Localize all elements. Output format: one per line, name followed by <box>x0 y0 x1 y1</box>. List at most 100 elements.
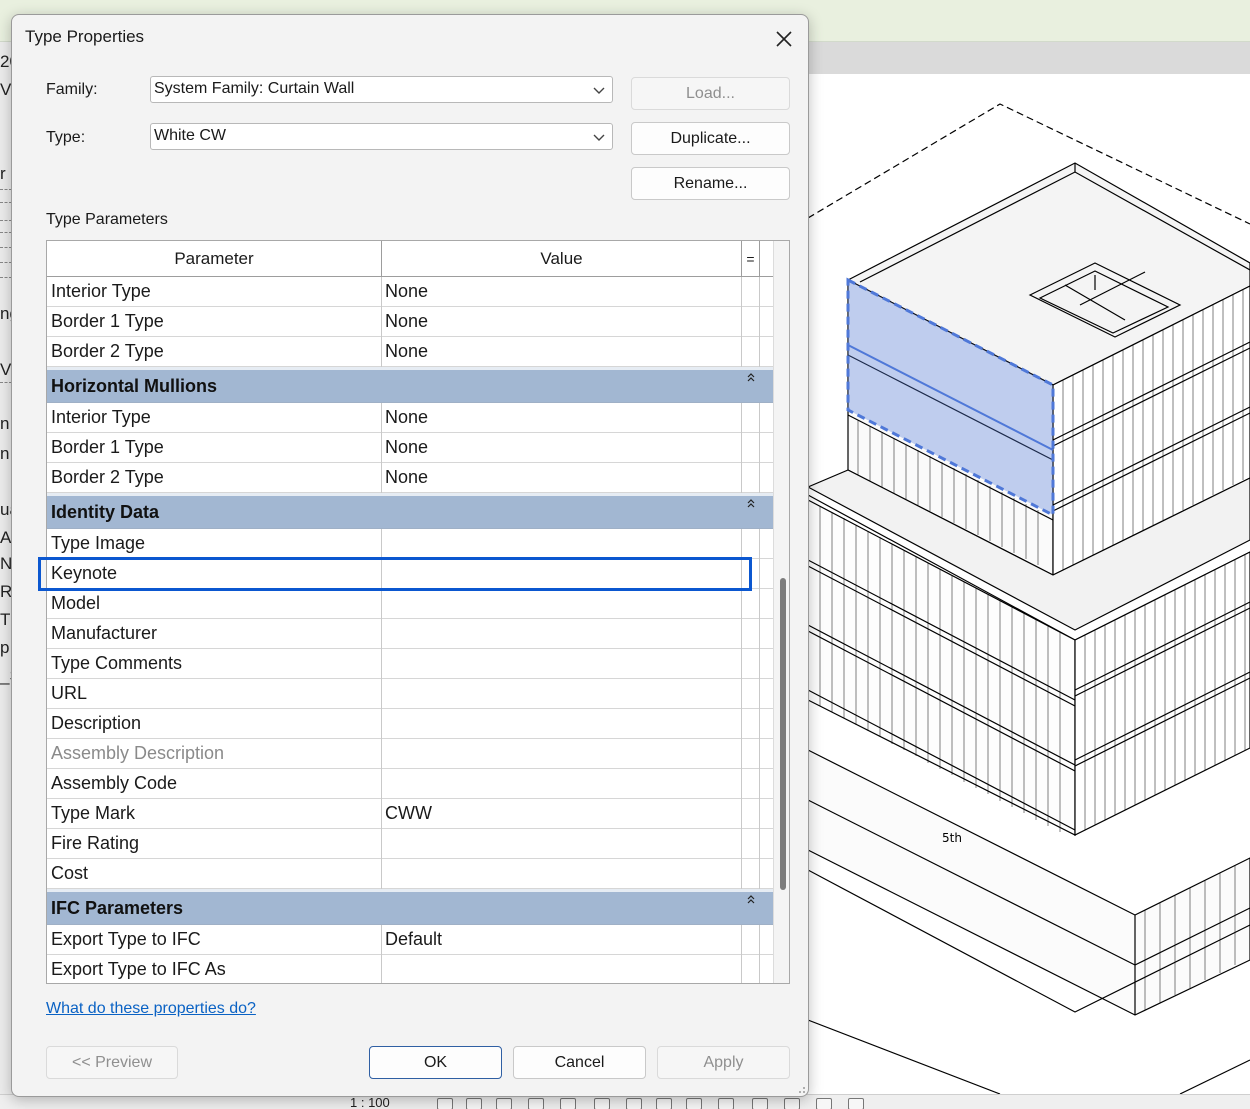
view-control-icon[interactable] <box>784 1098 800 1109</box>
close-button[interactable] <box>762 21 806 57</box>
parameter-value-cell[interactable]: CWW <box>382 799 742 829</box>
formula-cell <box>742 679 760 709</box>
parameter-row[interactable]: Cost <box>47 859 773 889</box>
view-control-icon[interactable] <box>656 1098 672 1109</box>
parameter-value-cell[interactable] <box>382 709 742 739</box>
view-control-icon[interactable] <box>686 1098 702 1109</box>
collapse-chevron-icon[interactable] <box>746 894 756 906</box>
parameter-value-cell[interactable] <box>382 679 742 709</box>
collapse-chevron-icon[interactable] <box>746 498 756 510</box>
formula-cell <box>742 403 760 433</box>
parameter-name-cell: Type Comments <box>47 649 382 679</box>
parameter-row[interactable]: Type Image <box>47 529 773 559</box>
parameter-name-cell: Keynote <box>47 559 382 589</box>
formula-cell <box>742 337 760 367</box>
parameter-row[interactable]: Border 2 Type None <box>47 463 773 493</box>
parameter-row[interactable]: URL <box>47 679 773 709</box>
parameter-row[interactable]: Border 1 Type None <box>47 433 773 463</box>
parameter-name-cell: Interior Type <box>47 403 382 433</box>
parameter-group-header[interactable]: IFC Parameters <box>47 889 773 925</box>
type-parameters-grid: Parameter Value = Interior Type None Borde… <box>46 240 790 984</box>
parameter-row[interactable]: Interior Type None <box>47 277 773 307</box>
parameter-value-cell[interactable]: None <box>382 277 742 307</box>
ok-button[interactable]: OK <box>369 1046 502 1079</box>
collapse-chevron-icon[interactable] <box>746 372 756 384</box>
value-column-header[interactable]: Value <box>382 241 742 276</box>
view-control-icon[interactable] <box>560 1098 576 1109</box>
parameter-row[interactable]: Description <box>47 709 773 739</box>
parameter-value-cell[interactable] <box>382 619 742 649</box>
type-label: Type: <box>46 129 86 146</box>
parameter-value-cell[interactable] <box>382 589 742 619</box>
parameter-value-cell[interactable] <box>382 859 742 889</box>
parameter-row[interactable]: Assembly Description <box>47 739 773 769</box>
view-control-icon[interactable] <box>626 1098 642 1109</box>
parameter-row[interactable]: Manufacturer <box>47 619 773 649</box>
close-icon <box>776 31 792 47</box>
parameter-row[interactable]: Type Comments <box>47 649 773 679</box>
view-control-icon[interactable] <box>528 1098 544 1109</box>
scrollbar-thumb[interactable] <box>780 578 786 890</box>
parameter-group-header[interactable]: Identity Data <box>47 493 773 529</box>
family-dropdown[interactable]: System Family: Curtain Wall <box>150 76 613 103</box>
parameter-name-cell: URL <box>47 679 382 709</box>
view-control-icon[interactable] <box>752 1098 768 1109</box>
parameter-value-cell[interactable] <box>382 529 742 559</box>
parameter-name-cell: Description <box>47 709 382 739</box>
apply-button[interactable]: Apply <box>657 1046 790 1079</box>
parameter-row[interactable]: Assembly Code <box>47 769 773 799</box>
parameter-row[interactable]: Interior Type None <box>47 403 773 433</box>
formula-cell <box>742 619 760 649</box>
parameter-value-cell[interactable]: None <box>382 433 742 463</box>
parameter-value-cell[interactable] <box>382 739 742 769</box>
parameter-value-cell[interactable] <box>382 559 742 589</box>
parameter-value-cell[interactable] <box>382 649 742 679</box>
parameter-value-cell[interactable]: None <box>382 307 742 337</box>
view-control-icon[interactable] <box>594 1098 610 1109</box>
view-control-icon[interactable] <box>466 1098 482 1109</box>
view-scale-label[interactable]: 1 : 100 <box>350 1096 390 1109</box>
type-value: White CW <box>154 127 226 144</box>
parameter-value-cell[interactable] <box>382 955 742 983</box>
parameter-row[interactable]: Border 2 Type None <box>47 337 773 367</box>
view-control-icon[interactable] <box>718 1098 734 1109</box>
duplicate-button[interactable]: Duplicate... <box>631 122 790 155</box>
parameter-row[interactable]: Model <box>47 589 773 619</box>
parameter-value-cell[interactable] <box>382 829 742 859</box>
parameter-group-header[interactable]: Horizontal Mullions <box>47 367 773 403</box>
formula-cell <box>742 589 760 619</box>
formula-cell <box>742 955 760 983</box>
type-dropdown[interactable]: White CW <box>150 123 613 150</box>
parameter-name-cell: Type Mark <box>47 799 382 829</box>
parameter-name-cell: Interior Type <box>47 277 382 307</box>
parameter-value-cell[interactable]: Default <box>382 925 742 955</box>
parameter-value-cell[interactable]: None <box>382 403 742 433</box>
parameter-name-cell: Border 1 Type <box>47 433 382 463</box>
view-control-icon[interactable] <box>848 1098 864 1109</box>
3d-view-canvas[interactable]: 5th <box>808 74 1250 1094</box>
parameter-value-cell[interactable] <box>382 769 742 799</box>
parameter-name-cell: Export Type to IFC As <box>47 955 382 983</box>
view-control-icon[interactable] <box>496 1098 512 1109</box>
parameter-name-cell: Cost <box>47 859 382 889</box>
help-link[interactable]: What do these properties do? <box>46 1000 256 1018</box>
view-control-icon[interactable] <box>437 1098 453 1109</box>
preview-button[interactable]: << Preview <box>46 1046 178 1079</box>
formula-cell <box>742 709 760 739</box>
parameter-row[interactable]: Border 1 Type None <box>47 307 773 337</box>
parameter-row[interactable]: Fire Rating <box>47 829 773 859</box>
view-control-icon[interactable] <box>816 1098 832 1109</box>
rename-button[interactable]: Rename... <box>631 167 790 200</box>
grid-scrollbar[interactable] <box>773 241 789 983</box>
parameter-value-cell[interactable]: None <box>382 337 742 367</box>
cancel-button[interactable]: Cancel <box>513 1046 646 1079</box>
parameter-row[interactable]: Export Type to IFC As <box>47 955 773 983</box>
parameter-value-cell[interactable]: None <box>382 463 742 493</box>
parameter-row[interactable]: Type Mark CWW <box>47 799 773 829</box>
parameter-row[interactable]: Export Type to IFC Default <box>47 925 773 955</box>
formula-cell <box>742 799 760 829</box>
resize-grip-icon[interactable] <box>796 1084 806 1094</box>
parameter-row-keynote[interactable]: Keynote <box>47 559 773 589</box>
parameter-column-header[interactable]: Parameter <box>47 241 382 276</box>
load-button[interactable]: Load... <box>631 77 790 110</box>
